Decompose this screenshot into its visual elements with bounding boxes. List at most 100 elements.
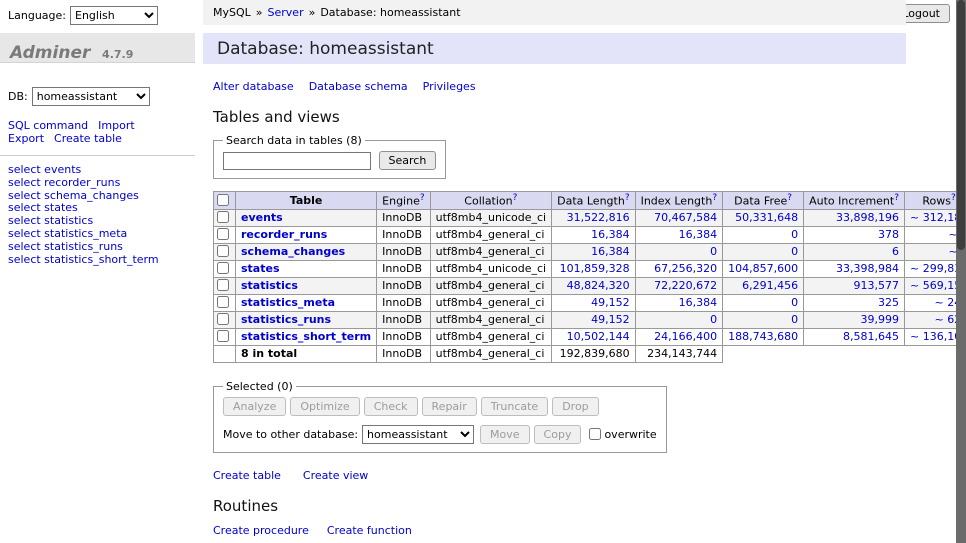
table-name-cell: recorder_runs bbox=[236, 226, 377, 243]
auto-increment-cell: 378 bbox=[804, 226, 905, 243]
search-legend: Search data in tables (8) bbox=[223, 134, 365, 147]
help-link[interactable]: ? bbox=[420, 193, 425, 203]
table-row-statistics: statisticsInnoDButf8mb4_general_ci48,824… bbox=[214, 277, 966, 294]
column-header-engine[interactable]: Engine? bbox=[377, 192, 430, 210]
language-select[interactable]: English bbox=[70, 6, 158, 25]
data-free-cell: 0 bbox=[723, 311, 804, 328]
search-fieldset: Search data in tables (8) Search bbox=[213, 134, 446, 179]
column-header-auto-increment[interactable]: Auto Increment? bbox=[804, 192, 905, 210]
sidebar-select-statistics-meta[interactable]: select statistics_meta bbox=[8, 228, 187, 241]
auto-increment-cell: 39,999 bbox=[804, 311, 905, 328]
truncate-button[interactable]: Truncate bbox=[481, 397, 548, 416]
row-checkbox-statistics_meta[interactable] bbox=[217, 296, 229, 308]
table-link-events[interactable]: events bbox=[241, 211, 283, 224]
move-db-select[interactable]: homeassistant bbox=[362, 425, 474, 444]
row-check-cell bbox=[214, 277, 236, 294]
breadcrumb-server-link[interactable]: Server bbox=[268, 6, 304, 19]
routines-heading: Routines bbox=[213, 497, 906, 515]
index-length-cell: 24,166,400 bbox=[635, 328, 723, 345]
table-link-statistics_runs[interactable]: statistics_runs bbox=[241, 313, 331, 326]
database-schema-link[interactable]: Database schema bbox=[309, 80, 408, 93]
alter-database-link[interactable]: Alter database bbox=[213, 80, 294, 93]
table-link-statistics_short_term[interactable]: statistics_short_term bbox=[241, 330, 371, 343]
select-all-checkbox[interactable] bbox=[217, 194, 229, 206]
breadcrumb-separator: » bbox=[256, 6, 263, 19]
row-checkbox-schema_changes[interactable] bbox=[217, 245, 229, 257]
move-button[interactable]: Move bbox=[480, 425, 530, 444]
sidebar-select-recorder-runs[interactable]: select recorder_runs bbox=[8, 177, 187, 190]
row-checkbox-events[interactable] bbox=[217, 211, 229, 223]
sidebar-select-statistics-short-term[interactable]: select statistics_short_term bbox=[8, 254, 187, 267]
drop-button[interactable]: Drop bbox=[552, 397, 598, 416]
selected-legend: Selected (0) bbox=[223, 380, 296, 393]
sidebar: Adminer 4.7.9 DB:homeassistant SQL comma… bbox=[0, 33, 195, 266]
total-engine: InnoDB bbox=[377, 345, 430, 362]
column-header-data-free[interactable]: Data Free? bbox=[723, 192, 804, 210]
create-procedure-link[interactable]: Create procedure bbox=[213, 524, 309, 537]
breadcrumb-current: Database: homeassistant bbox=[320, 6, 460, 19]
table-name-cell: statistics_runs bbox=[236, 311, 377, 328]
table-link-statistics[interactable]: statistics bbox=[241, 279, 298, 292]
help-link[interactable]: ? bbox=[712, 193, 717, 203]
language-label: Language: bbox=[8, 9, 66, 22]
copy-button[interactable]: Copy bbox=[534, 425, 582, 444]
sidebar-link-export[interactable]: Export bbox=[8, 132, 44, 145]
table-link-schema_changes[interactable]: schema_changes bbox=[241, 245, 345, 258]
sidebar-link-create-table[interactable]: Create table bbox=[54, 132, 122, 145]
index-length-cell: 16,384 bbox=[635, 226, 723, 243]
table-link-recorder_runs[interactable]: recorder_runs bbox=[241, 228, 327, 241]
row-check-cell bbox=[214, 243, 236, 260]
table-link-states[interactable]: states bbox=[241, 262, 280, 275]
data-free-cell: 188,743,680 bbox=[723, 328, 804, 345]
sidebar-select-events[interactable]: select events bbox=[8, 164, 187, 177]
privileges-link[interactable]: Privileges bbox=[423, 80, 476, 93]
total-index-length: 234,143,744 bbox=[635, 345, 723, 362]
table-row-statistics_meta: statistics_metaInnoDButf8mb4_general_ci4… bbox=[214, 294, 966, 311]
search-button[interactable]: Search bbox=[379, 151, 437, 170]
search-input[interactable] bbox=[223, 152, 371, 170]
auto-increment-cell: 6 bbox=[804, 243, 905, 260]
row-checkbox-recorder_runs[interactable] bbox=[217, 228, 229, 240]
app-header: Adminer 4.7.9 bbox=[0, 33, 195, 63]
auto-increment-cell: 8,581,645 bbox=[804, 328, 905, 345]
check-button[interactable]: Check bbox=[364, 397, 418, 416]
table-link-statistics_meta[interactable]: statistics_meta bbox=[241, 296, 335, 309]
help-link[interactable]: ? bbox=[787, 193, 792, 203]
app-logo-link[interactable]: Adminer bbox=[10, 43, 90, 63]
sidebar-link-import[interactable]: Import bbox=[98, 119, 135, 132]
scrollbar-thumb[interactable] bbox=[957, 0, 965, 250]
collation-cell: utf8mb4_general_ci bbox=[430, 311, 551, 328]
create-table-link[interactable]: Create table bbox=[213, 469, 281, 482]
row-checkbox-statistics_short_term[interactable] bbox=[217, 330, 229, 342]
collation-cell: utf8mb4_unicode_ci bbox=[430, 260, 551, 277]
collation-cell: utf8mb4_general_ci bbox=[430, 277, 551, 294]
row-checkbox-statistics_runs[interactable] bbox=[217, 313, 229, 325]
help-link[interactable]: ? bbox=[625, 193, 630, 203]
overwrite-checkbox[interactable] bbox=[589, 428, 601, 440]
table-row-schema_changes: schema_changesInnoDButf8mb4_general_ci16… bbox=[214, 243, 966, 260]
help-link[interactable]: ? bbox=[513, 193, 518, 203]
column-header-table[interactable]: Table bbox=[236, 192, 377, 210]
column-header-collation[interactable]: Collation? bbox=[430, 192, 551, 210]
engine-cell: InnoDB bbox=[377, 243, 430, 260]
collation-cell: utf8mb4_general_ci bbox=[430, 226, 551, 243]
db-select[interactable]: homeassistant bbox=[32, 87, 150, 106]
column-header-index-length[interactable]: Index Length? bbox=[635, 192, 723, 210]
row-check-cell bbox=[214, 260, 236, 277]
move-label: Move to other database: bbox=[223, 428, 358, 441]
sidebar-select-statistics-runs[interactable]: select statistics_runs bbox=[8, 241, 187, 254]
optimize-button[interactable]: Optimize bbox=[290, 397, 359, 416]
collation-cell: utf8mb4_unicode_ci bbox=[430, 209, 551, 226]
data-length-cell: 16,384 bbox=[552, 243, 635, 260]
sidebar-link-sql-command[interactable]: SQL command bbox=[8, 119, 88, 132]
analyze-button[interactable]: Analyze bbox=[223, 397, 286, 416]
row-checkbox-statistics[interactable] bbox=[217, 279, 229, 291]
help-link[interactable]: ? bbox=[894, 193, 899, 203]
column-header-data-length[interactable]: Data Length? bbox=[552, 192, 635, 210]
create-view-link[interactable]: Create view bbox=[303, 469, 368, 482]
auto-increment-cell: 325 bbox=[804, 294, 905, 311]
repair-button[interactable]: Repair bbox=[422, 397, 477, 416]
vertical-scrollbar[interactable] bbox=[956, 0, 966, 543]
create-function-link[interactable]: Create function bbox=[327, 524, 412, 537]
row-checkbox-states[interactable] bbox=[217, 262, 229, 274]
